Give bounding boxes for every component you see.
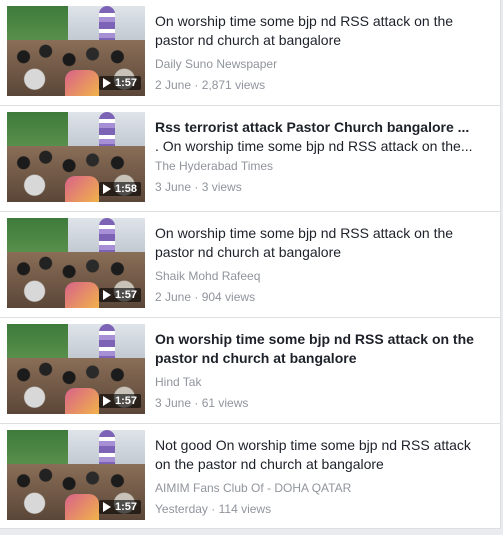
play-icon bbox=[102, 502, 111, 512]
video-thumbnail[interactable]: 1:57 bbox=[7, 324, 145, 414]
stats-separator: · bbox=[191, 290, 202, 304]
channel-name[interactable]: Hind Tak bbox=[155, 374, 484, 390]
play-icon bbox=[102, 396, 111, 406]
video-item[interactable]: 1:58 Rss terrorist attack Pastor Church … bbox=[0, 106, 500, 212]
video-list: 1:57 On worship time some bjp nd RSS att… bbox=[0, 0, 501, 529]
video-title[interactable]: Not good On worship time some bjp nd RSS… bbox=[155, 436, 484, 474]
view-count: 3 views bbox=[201, 180, 242, 194]
view-count: 2,871 views bbox=[201, 78, 266, 92]
view-count: 61 views bbox=[201, 396, 249, 410]
video-item[interactable]: 1:57 On worship time some bjp nd RSS att… bbox=[0, 212, 500, 318]
play-icon bbox=[102, 290, 111, 300]
view-count: 904 views bbox=[201, 290, 256, 304]
video-title[interactable]: On worship time some bjp nd RSS attack o… bbox=[155, 330, 484, 368]
video-thumbnail[interactable]: 1:57 bbox=[7, 430, 145, 520]
upload-date: 2 June bbox=[155, 78, 192, 92]
video-item[interactable]: 1:57 On worship time some bjp nd RSS att… bbox=[0, 318, 500, 424]
duration-text: 1:57 bbox=[114, 395, 137, 407]
duration-badge: 1:57 bbox=[98, 500, 141, 514]
channel-name[interactable]: AIMIM Fans Club Of - DOHA QATAR bbox=[155, 480, 484, 496]
video-thumbnail[interactable]: 1:57 bbox=[7, 6, 145, 96]
stats-separator: · bbox=[191, 180, 202, 194]
upload-date: 3 June bbox=[155, 396, 192, 410]
stats-separator: · bbox=[191, 396, 202, 410]
video-thumbnail[interactable]: 1:58 bbox=[7, 112, 145, 202]
channel-name[interactable]: The Hyderabad Times bbox=[155, 158, 484, 174]
duration-badge: 1:57 bbox=[98, 76, 141, 90]
duration-text: 1:57 bbox=[114, 77, 137, 89]
video-stats: 2 June · 2,871 views bbox=[155, 77, 484, 93]
video-thumbnail[interactable]: 1:57 bbox=[7, 218, 145, 308]
video-stats: Yesterday · 114 views bbox=[155, 501, 484, 517]
video-item[interactable]: 1:57 Not good On worship time some bjp n… bbox=[0, 424, 500, 528]
video-stats: 2 June · 904 views bbox=[155, 289, 484, 305]
video-title[interactable]: Rss terrorist attack Pastor Church banga… bbox=[155, 118, 484, 137]
stats-separator: · bbox=[207, 502, 219, 516]
upload-date: 2 June bbox=[155, 290, 192, 304]
play-icon bbox=[102, 78, 111, 88]
channel-name[interactable]: Daily Suno Newspaper bbox=[155, 56, 484, 72]
view-count: 114 views bbox=[218, 502, 272, 516]
play-icon bbox=[102, 184, 111, 194]
video-title[interactable]: On worship time some bjp nd RSS attack o… bbox=[155, 224, 484, 262]
duration-badge: 1:57 bbox=[98, 394, 141, 408]
video-title[interactable]: On worship time some bjp nd RSS attack o… bbox=[155, 12, 484, 50]
upload-date: Yesterday bbox=[155, 502, 208, 516]
duration-badge: 1:58 bbox=[98, 182, 141, 196]
video-description: . On worship time some bjp nd RSS attack… bbox=[155, 138, 473, 154]
upload-date: 3 June bbox=[155, 180, 192, 194]
duration-text: 1:58 bbox=[114, 183, 137, 195]
channel-name[interactable]: Shaik Mohd Rafeeq bbox=[155, 268, 484, 284]
video-stats: 3 June · 3 views bbox=[155, 179, 484, 195]
duration-text: 1:57 bbox=[114, 501, 137, 513]
duration-badge: 1:57 bbox=[98, 288, 141, 302]
video-item[interactable]: 1:57 On worship time some bjp nd RSS att… bbox=[0, 0, 500, 106]
stats-separator: · bbox=[191, 78, 202, 92]
duration-text: 1:57 bbox=[114, 289, 137, 301]
video-stats: 3 June · 61 views bbox=[155, 395, 484, 411]
